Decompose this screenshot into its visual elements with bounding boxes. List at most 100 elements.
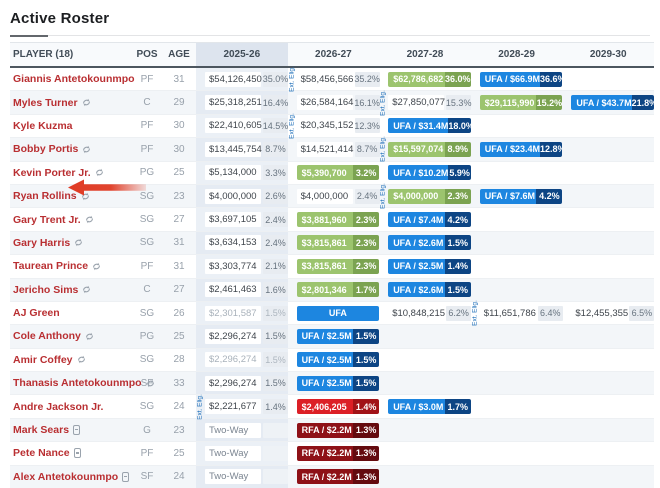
player-name-link[interactable]: Kyle Kuzma	[13, 120, 73, 132]
player-cell: Cole Anthony	[10, 325, 132, 347]
table-row: Alex Antetokounmpo SF24Two-Way RFA / $2.2M…	[10, 466, 654, 488]
player-cell: AJ Green	[10, 302, 132, 324]
salary-value: $54,126,450	[205, 72, 261, 87]
position-cell: PF	[132, 138, 162, 160]
player-cell: Mark Sears	[10, 419, 132, 441]
player-name-link[interactable]: Cole Anthony	[13, 330, 81, 342]
salary-cell-2029-30	[562, 208, 654, 230]
position-cell: C	[132, 91, 162, 113]
column-header-year-2028-29[interactable]: 2028-29	[471, 43, 563, 66]
player-name-link[interactable]: Taurean Prince	[13, 260, 88, 272]
player-name-link[interactable]: Andre Jackson Jr.	[13, 401, 103, 413]
player-name-link[interactable]: Myles Turner	[13, 97, 78, 109]
age-cell: 27	[162, 208, 196, 230]
page-header: Active Roster	[0, 0, 660, 36]
cap-percent: 16.4%	[263, 95, 288, 110]
table-row: Jericho SimsC27$2,461,4631.6%$2,801,3461…	[10, 279, 654, 302]
cap-percent: 1.5%	[263, 306, 288, 321]
salary-value: $3,634,153	[205, 235, 261, 250]
table-row: Andre Jackson Jr.SG24Ext. Elig.$2,221,67…	[10, 395, 654, 418]
age-cell: 24	[162, 395, 196, 417]
position-cell: SF	[132, 466, 162, 488]
salary-cell-2027-28	[379, 372, 471, 394]
salary-cell-2025-26: Two-Way	[196, 466, 288, 488]
salary-cell-2029-30	[562, 442, 654, 464]
green-salary-chip: $4,000,0002.3%	[388, 189, 471, 204]
column-header-year-2026-27[interactable]: 2026-27	[288, 43, 380, 66]
salary-cell-2028-29	[471, 115, 563, 137]
salary-cell-2026-27: UFA / $2.5M1.5%	[288, 372, 380, 394]
player-name-link[interactable]: Gary Trent Jr.	[13, 214, 81, 226]
extension-eligible-label: Ext. Elig.	[380, 89, 387, 117]
salary-cell-2025-26: $54,126,45035.0%	[196, 68, 288, 90]
position-cell: PG	[132, 325, 162, 347]
salary-cell-2029-30	[562, 138, 654, 160]
salary-value: $2,296,274	[205, 376, 261, 391]
position-cell: SG	[132, 349, 162, 371]
salary-cell-2028-29	[471, 162, 563, 184]
age-cell: 23	[162, 185, 196, 207]
ufa-chip: UFA	[297, 306, 380, 321]
age-cell: 33	[162, 372, 196, 394]
age-cell: 24	[162, 466, 196, 488]
player-cell: Amir Coffey	[10, 349, 132, 371]
green-salary-chip: $3,815,8612.3%	[297, 259, 380, 274]
column-header-year-2027-28[interactable]: 2027-28	[379, 43, 471, 66]
salary-cell-2029-30	[562, 232, 654, 254]
column-header-player[interactable]: PLAYER (18)	[10, 43, 132, 66]
age-cell: 31	[162, 68, 196, 90]
salary-cell-2025-26: $22,410,60514.5%	[196, 115, 288, 137]
cap-percent: 2.4%	[263, 212, 288, 227]
salary-cell-2028-29	[471, 372, 563, 394]
salary-cell-2027-28	[379, 442, 471, 464]
salary-cell-2026-27: $5,390,7003.2%	[288, 162, 380, 184]
player-cell: Alex Antetokounmpo	[10, 466, 132, 488]
column-header-year-2029-30[interactable]: 2029-30	[562, 43, 654, 66]
cap-percent: 1.5%	[263, 352, 288, 367]
salary-cell-2025-26: $3,303,7742.1%	[196, 255, 288, 277]
player-name-link[interactable]: Amir Coffey	[13, 354, 73, 366]
player-name-link[interactable]: Alex Antetokounmpo	[13, 471, 118, 483]
swap-circle-icon	[74, 238, 83, 247]
position-cell: SG	[132, 395, 162, 417]
player-name-link[interactable]: Bobby Portis	[13, 143, 78, 155]
salary-value: $3,303,774	[205, 259, 261, 274]
salary-value: $25,318,251	[205, 95, 261, 110]
table-row: Bobby PortisPF30$13,445,7548.7%$14,521,4…	[10, 138, 654, 161]
salary-value: $14,521,414	[297, 142, 353, 157]
column-header-pos[interactable]: POS	[132, 43, 162, 66]
table-row: Kyle KuzmaPF30$22,410,60514.5%Ext. Elig.…	[10, 115, 654, 138]
salary-cell-2027-28: UFA / $3.0M1.7%	[379, 395, 471, 417]
blue-salary-chip: UFA / $31.4M18.0%	[388, 118, 471, 133]
salary-cell-2027-28: UFA / $2.5M1.4%	[379, 255, 471, 277]
extension-eligible-label: Ext. Elig.	[380, 135, 387, 163]
swap-circle-icon	[82, 98, 91, 107]
cap-percent: 8.7%	[355, 142, 380, 157]
player-cell: Andre Jackson Jr.	[10, 395, 132, 417]
player-name-link[interactable]: Gary Harris	[13, 237, 70, 249]
player-name-link[interactable]: Thanasis Antetokounmpo	[13, 377, 142, 389]
column-header-year-2025-26[interactable]: 2025-26	[196, 43, 288, 66]
extension-eligible-label: Ext. Elig.	[471, 299, 478, 327]
blue-salary-chip: UFA / $7.4M4.2%	[388, 212, 471, 227]
player-cell: Taurean Prince	[10, 255, 132, 277]
salary-value: $4,000,000	[205, 189, 261, 204]
table-row: Gary Trent Jr.SG27$3,697,1052.4%$3,881,9…	[10, 208, 654, 231]
column-header-age[interactable]: AGE	[162, 43, 196, 66]
cap-percent: 2.4%	[355, 189, 380, 204]
player-name-link[interactable]: Mark Sears	[13, 424, 69, 436]
age-cell: 31	[162, 232, 196, 254]
player-name-link[interactable]: Ryan Rollins	[13, 190, 77, 202]
swap-circle-icon	[81, 192, 90, 201]
age-cell: 29	[162, 91, 196, 113]
salary-value: Two-Way	[205, 446, 261, 461]
salary-value: $2,461,463	[205, 282, 261, 297]
player-name-link[interactable]: Giannis Antetokounmpo	[13, 73, 135, 85]
maroon-salary-chip: RFA / $2.2M1.3%	[297, 469, 380, 484]
player-name-link[interactable]: Jericho Sims	[13, 284, 78, 296]
player-name-link[interactable]: AJ Green	[13, 307, 60, 319]
salary-cell-2028-29	[471, 395, 563, 417]
player-name-link[interactable]: Kevin Porter Jr.	[13, 167, 91, 179]
maroon-salary-chip: RFA / $2.2M1.3%	[297, 423, 380, 438]
player-name-link[interactable]: Pete Nance	[13, 447, 70, 459]
